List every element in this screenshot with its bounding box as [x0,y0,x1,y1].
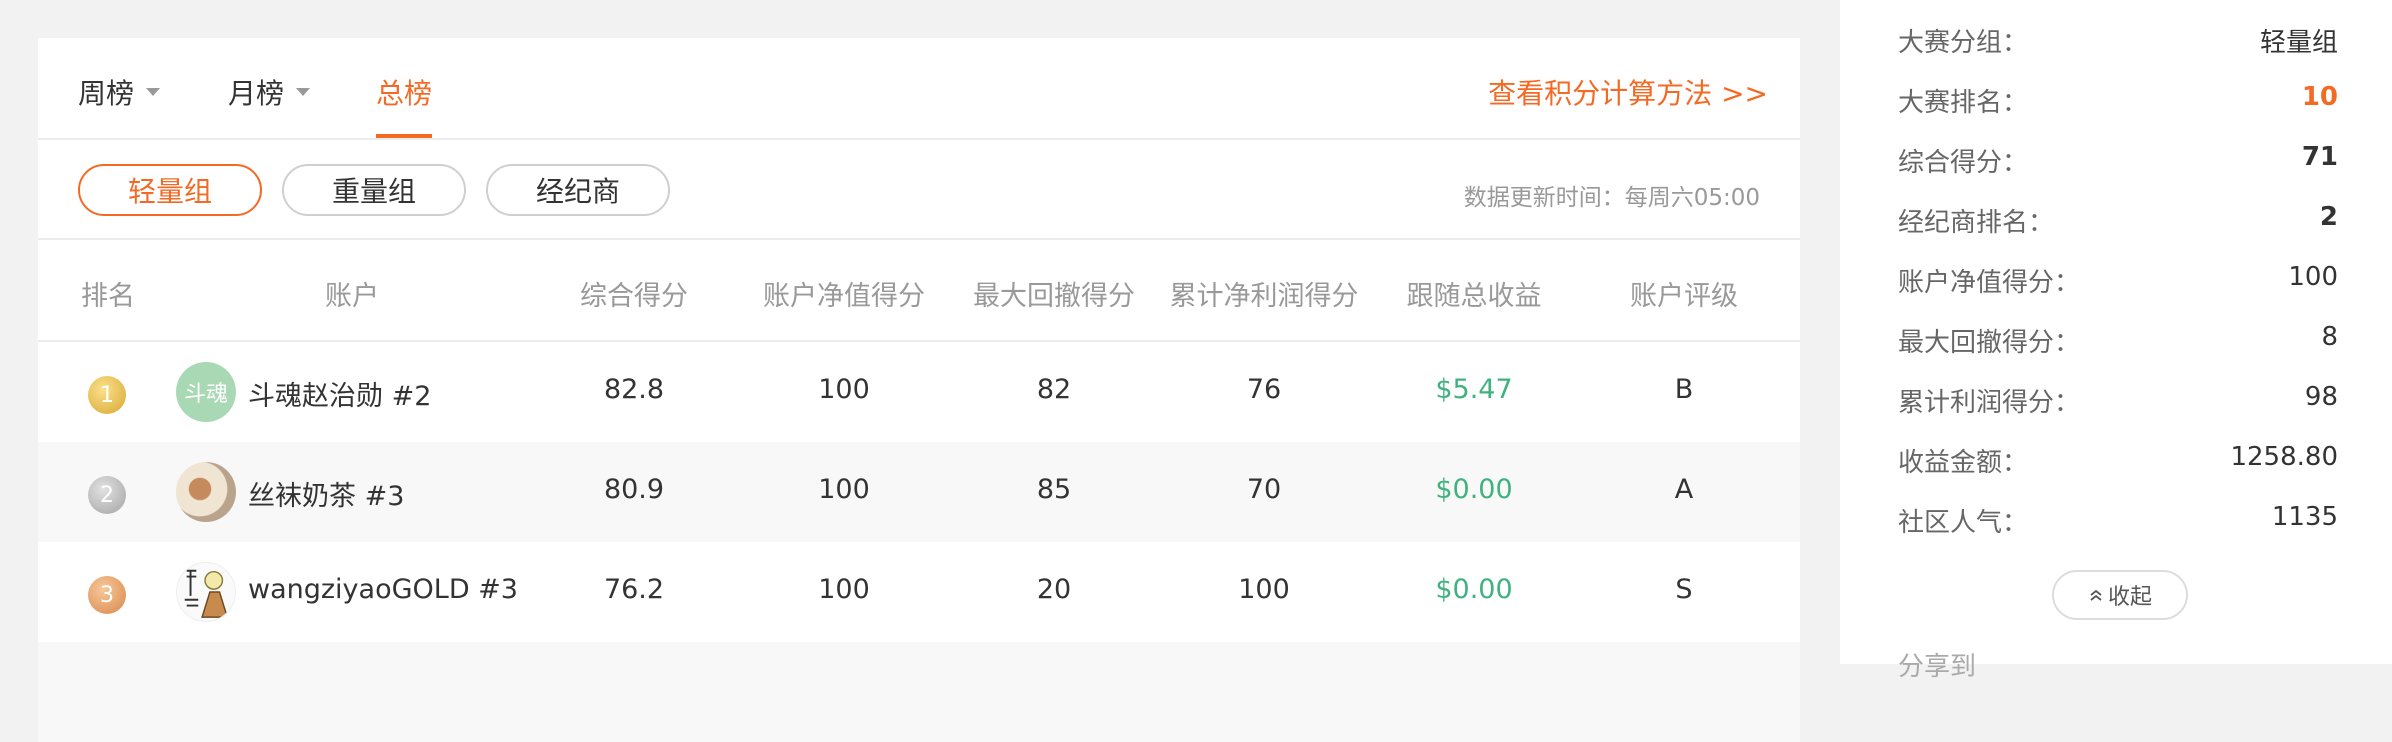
stat-label: 大赛排名： [1898,88,2029,118]
stat-rank: 大赛排名： 10 [1898,82,2338,122]
cell-equity: 100 [818,574,870,605]
ranking-tabs: 周榜 月榜 总榜 查看积分计算方法 >> [38,38,1800,140]
cell-profit: 70 [1246,474,1282,505]
avatar-drawing-icon [184,569,229,618]
avatar[interactable] [176,562,236,622]
stat-value: 8 [2321,322,2338,352]
group-broker-button[interactable]: 经纪商 [486,164,670,216]
table-row[interactable]: 1 斗魂 斗魂赵治勋 #2 82.8 100 82 76 $5.47 B [38,342,1800,442]
cell-equity: 100 [818,374,870,405]
gold-medal-icon: 1 [88,376,126,414]
share-label: 分享到 [1898,652,1977,682]
group-heavy-button[interactable]: 重量组 [282,164,466,216]
score-method-link[interactable]: 查看积分计算方法 >> [1488,72,1768,112]
stat-label: 累计利润得分： [1898,388,2081,418]
stat-value: 71 [2301,142,2338,172]
user-stats-sidebar: 大赛分组： 轻量组 大赛排名： 10 综合得分： 71 经纪商排名： 2 账户净… [1840,0,2392,682]
collapse-button[interactable]: 收起 [2052,570,2188,620]
tab-monthly-label: 月榜 [228,77,285,110]
stat-value: 轻量组 [2259,28,2338,58]
double-chevron-up-icon [2090,589,2102,601]
stat-label: 最大回撤得分： [1898,328,2081,358]
group-filter: 轻量组 重量组 经纪商 数据更新时间：每周六05:00 [38,140,1800,240]
stat-label: 经纪商排名： [1898,208,2055,238]
table-row[interactable]: 2 丝袜奶茶 #3 80.9 100 85 70 $0.00 A [38,442,1800,542]
cell-follow: $0.00 [1435,574,1513,605]
stat-value: 1258.80 [2230,442,2338,472]
header-follow: 跟随总收益 [1406,281,1542,312]
caret-down-icon [146,88,161,96]
tab-monthly[interactable]: 月榜 [228,72,311,112]
caret-down-icon [296,88,311,96]
cell-drawdown: 82 [1036,374,1072,405]
cell-rating: S [1675,574,1693,605]
cell-drawdown: 85 [1036,474,1072,505]
account-name[interactable]: 丝袜奶茶 #3 [248,474,404,513]
bronze-medal-icon: 3 [88,576,126,614]
stat-score: 综合得分： 71 [1898,142,2338,182]
stat-value: 2 [2319,202,2338,232]
stat-value: 10 [2301,82,2338,112]
table-row [38,642,1800,742]
active-tab-indicator [376,134,432,138]
avatar[interactable]: 斗魂 [176,362,236,422]
stat-equity: 账户净值得分： 100 [1898,262,2338,302]
account-name[interactable]: 斗魂赵治勋 #2 [248,374,431,413]
header-account: 账户 [325,281,379,312]
header-rank: 排名 [81,281,135,312]
cell-follow: $5.47 [1435,374,1513,405]
table-header: 排名 账户 综合得分 账户净值得分 最大回撤得分 累计净利润得分 跟随总收益 账… [38,240,1800,342]
cell-rating: A [1674,474,1694,505]
stat-group: 大赛分组： 轻量组 [1898,22,2338,62]
stat-value: 100 [2288,262,2338,292]
update-time-text: 数据更新时间：每周六05:00 [1463,185,1760,211]
collapse-label: 收起 [2107,585,2152,610]
tab-weekly[interactable]: 周榜 [78,72,161,112]
header-rating: 账户评级 [1630,281,1738,312]
stat-drawdown: 最大回撤得分： 8 [1898,322,2338,362]
tab-total[interactable]: 总榜 [376,72,432,112]
cell-follow: $0.00 [1435,474,1513,505]
cell-profit: 76 [1246,374,1282,405]
stat-value: 98 [2304,382,2338,412]
stat-value: 1135 [2271,502,2338,532]
stat-label: 综合得分： [1898,148,2029,178]
header-drawdown: 最大回撤得分 [973,281,1135,312]
stat-label: 收益金额： [1898,448,2029,478]
cell-score: 76.2 [603,574,665,605]
header-profit: 累计净利润得分 [1169,281,1359,312]
stat-label: 社区人气： [1898,508,2029,538]
cell-rating: B [1674,374,1694,405]
stat-profit: 累计利润得分： 98 [1898,382,2338,422]
cell-score: 82.8 [603,374,665,405]
tab-total-label: 总榜 [376,77,433,110]
leaderboard-panel: 周榜 月榜 总榜 查看积分计算方法 >> 轻量组 重量组 经纪商 数据更新时间：… [38,38,1800,742]
table-row[interactable]: 3 wangziyaoGOLD #3 76.2 100 20 100 $0.00… [38,542,1800,642]
group-light-button[interactable]: 轻量组 [78,164,262,216]
cell-profit: 100 [1238,574,1290,605]
stat-label: 账户净值得分： [1898,268,2081,298]
avatar[interactable] [176,462,236,522]
account-name[interactable]: wangziyaoGOLD #3 [248,574,518,605]
stat-broker-rank: 经纪商排名： 2 [1898,202,2338,242]
stat-popularity: 社区人气： 1135 [1898,502,2338,542]
header-score: 综合得分 [580,281,688,312]
cell-equity: 100 [818,474,870,505]
stat-label: 大赛分组： [1898,28,2029,58]
stat-earnings: 收益金额： 1258.80 [1898,442,2338,482]
silver-medal-icon: 2 [88,476,126,514]
cell-score: 80.9 [603,474,665,505]
cell-drawdown: 20 [1036,574,1072,605]
tab-weekly-label: 周榜 [78,77,135,110]
header-equity: 账户净值得分 [763,281,925,312]
